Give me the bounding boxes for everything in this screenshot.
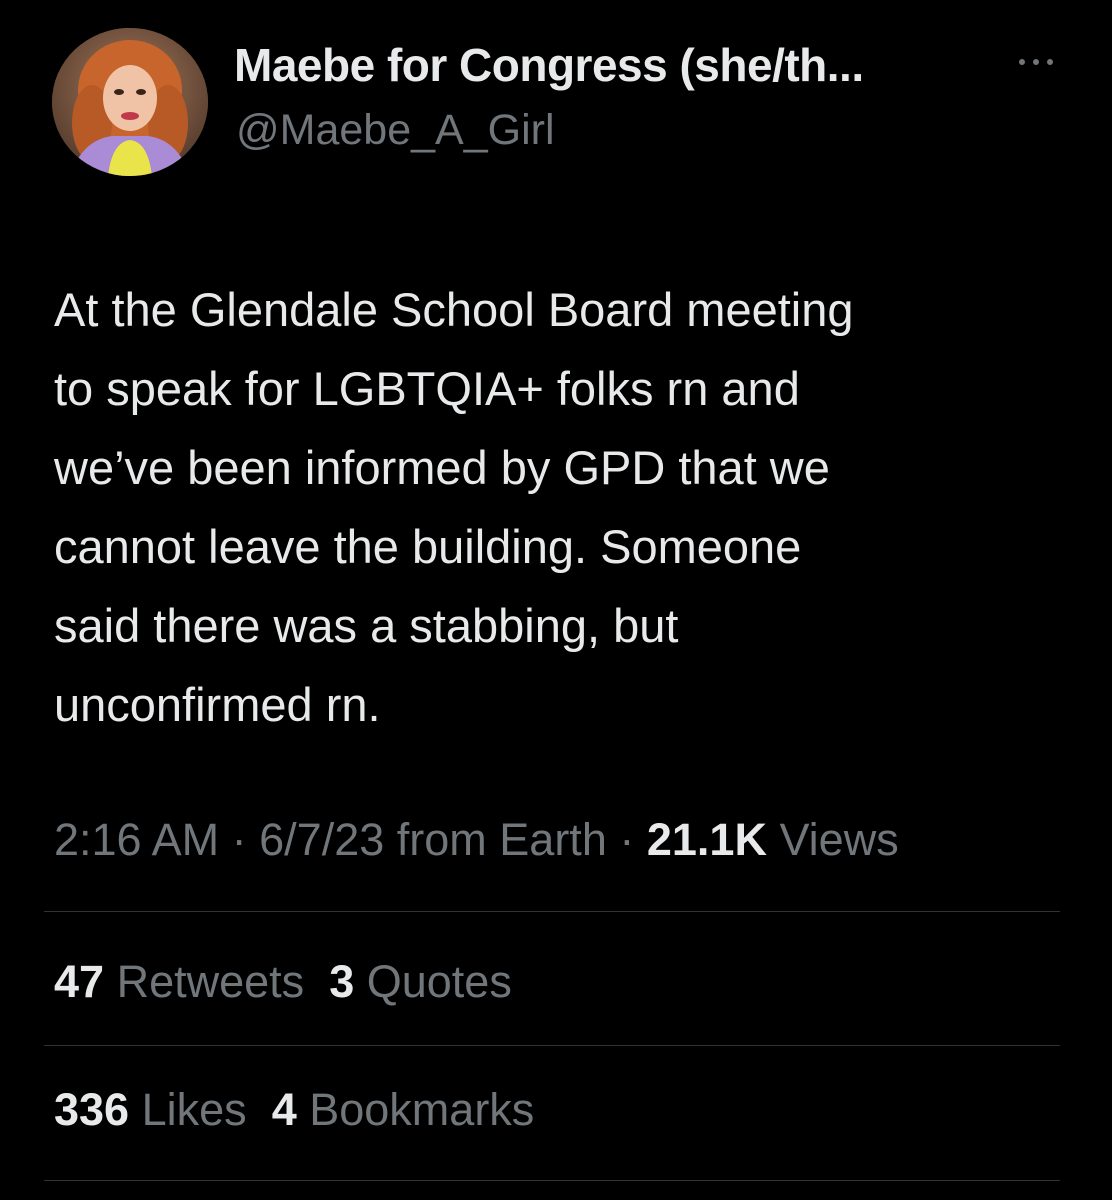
meta-separator: ·: [619, 814, 635, 865]
quotes-stat[interactable]: 3 Quotes: [329, 956, 512, 1007]
likes-stat[interactable]: 336 Likes: [54, 1084, 247, 1135]
retweets-count: 47: [54, 956, 105, 1007]
stats-row-likes: 336 Likes 4 Bookmarks: [54, 1084, 534, 1136]
tweet-date[interactable]: 6/7/23: [259, 814, 384, 865]
bookmarks-stat[interactable]: 4 Bookmarks: [272, 1084, 535, 1135]
author-handle[interactable]: @Maebe_A_Girl: [236, 106, 555, 155]
tweet-source: from Earth: [396, 814, 607, 865]
retweets-label: Retweets: [116, 956, 305, 1007]
divider: [44, 1180, 1060, 1181]
likes-count: 336: [54, 1084, 130, 1135]
bookmarks-label: Bookmarks: [309, 1084, 535, 1135]
bookmarks-count: 4: [271, 1084, 297, 1135]
quotes-count: 3: [329, 956, 355, 1007]
more-options-icon[interactable]: [1012, 52, 1060, 72]
tweet-detail: Maebe for Congress (she/th... @Maebe_A_G…: [0, 0, 1112, 1200]
meta-separator: ·: [231, 814, 247, 865]
views-count: 21.1K: [646, 814, 767, 865]
author-display-name[interactable]: Maebe for Congress (she/th...: [234, 38, 864, 92]
tweet-time[interactable]: 2:16 AM: [54, 814, 219, 865]
views-label: Views: [779, 814, 899, 865]
avatar[interactable]: [52, 28, 208, 176]
divider: [44, 911, 1060, 912]
stats-row-engagement: 47 Retweets 3 Quotes: [54, 956, 512, 1008]
likes-label: Likes: [141, 1084, 247, 1135]
retweets-stat[interactable]: 47 Retweets: [54, 956, 304, 1007]
tweet-meta: 2:16 AM · 6/7/23 from Earth · 21.1K View…: [54, 814, 899, 866]
profile-photo-icon: [52, 28, 208, 176]
quotes-label: Quotes: [366, 956, 512, 1007]
divider: [44, 1045, 1060, 1046]
tweet-text: At the Glendale School Board meeting to …: [54, 283, 854, 731]
